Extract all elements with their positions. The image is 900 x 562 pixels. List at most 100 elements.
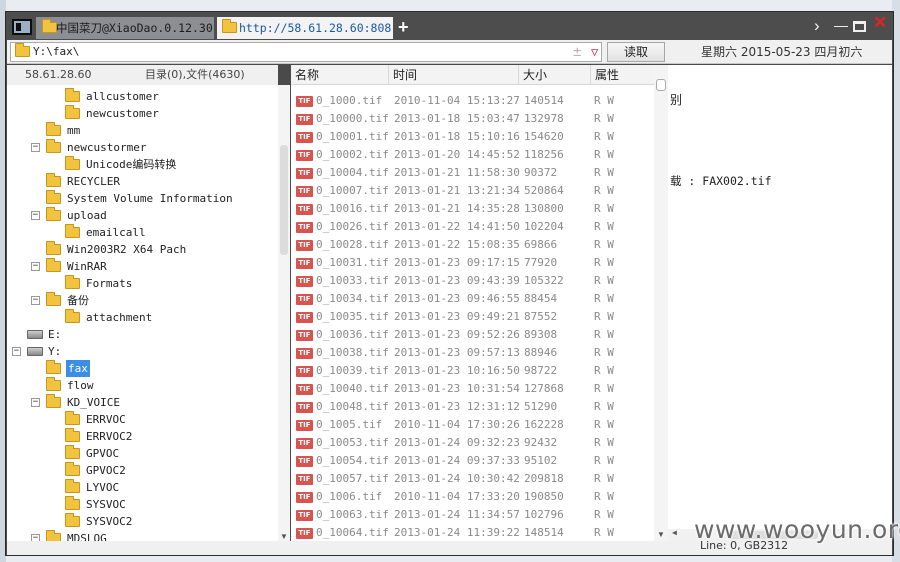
tif-file-icon: TIF	[296, 222, 313, 233]
file-row[interactable]: TIF 0_10040.tif 2013-01-23 10:31:54 127868 R…	[291, 380, 654, 398]
tree-item-label: attachment	[86, 311, 153, 324]
scrollbar-thumb[interactable]	[280, 145, 288, 255]
tif-file-icon: TIF	[296, 114, 313, 125]
file-attr: R W	[594, 508, 614, 521]
tree-item-label: RECYCLER	[67, 175, 120, 188]
folder-icon	[46, 139, 61, 153]
tif-file-icon: TIF	[296, 186, 313, 197]
file-row[interactable]: TIF 0_10038.tif 2013-01-23 09:57:13 88946 R …	[291, 344, 654, 362]
folder-icon	[65, 479, 80, 493]
file-name: 0_10053.tif	[316, 436, 389, 449]
file-time: 2013-01-22 14:41:50	[394, 220, 520, 233]
file-row[interactable]: TIF 0_10026.tif 2013-01-22 14:41:50 102204 R…	[291, 218, 654, 236]
folder-icon	[46, 360, 61, 374]
file-name: 0_1006.tif	[316, 490, 383, 503]
file-attr: R W	[594, 454, 614, 467]
collapse-toggle-icon[interactable]: −	[31, 398, 40, 407]
tif-file-icon: TIF	[296, 474, 313, 485]
path-input[interactable]: Y:\fax\ ± ▽	[10, 42, 602, 62]
file-row[interactable]: TIF 0_10001.tif 2013-01-18 15:10:16 154620 R…	[291, 128, 654, 146]
file-row[interactable]: TIF 0_10000.tif 2013-01-18 15:03:47 132978 R…	[291, 110, 654, 128]
file-row[interactable]: TIF 0_10034.tif 2013-01-23 09:46:55 88454 R …	[291, 290, 654, 308]
file-attr: R W	[594, 328, 614, 341]
file-time: 2013-01-21 11:58:30	[394, 166, 520, 179]
minimize-button[interactable]: —	[834, 17, 848, 33]
file-row[interactable]: TIF 0_1000.tif 2010-11-04 15:13:27 140514 R …	[291, 92, 654, 110]
scroll-left-icon[interactable]: ◀	[672, 528, 677, 537]
scrollbar-thumb[interactable]	[656, 79, 666, 91]
file-row[interactable]: TIF 0_10064.tif 2013-01-24 11:39:22 148514 R…	[291, 524, 654, 541]
server-ip: 58.61.28.60	[25, 68, 92, 81]
read-button[interactable]: 读取	[607, 42, 665, 62]
collapse-toggle-icon[interactable]: −	[31, 211, 40, 220]
file-row[interactable]: TIF 0_1006.tif 2010-11-04 17:33:20 190850 R …	[291, 488, 654, 506]
app-icon[interactable]	[12, 19, 32, 35]
tree-scrollbar[interactable]: ▼	[278, 85, 290, 541]
column-size[interactable]: 大小	[519, 65, 591, 85]
file-name: 0_10064.tif	[316, 526, 389, 539]
file-size: 88454	[524, 292, 558, 305]
file-row[interactable]: TIF 0_10035.tif 2013-01-23 09:49:21 87552 R …	[291, 308, 654, 326]
scroll-down-icon[interactable]: ▼	[657, 530, 665, 539]
file-name: 0_10048.tif	[316, 400, 389, 413]
file-size: 77920	[524, 256, 558, 269]
column-name[interactable]: 名称	[291, 65, 389, 85]
file-row[interactable]: TIF 0_10057.tif 2013-01-24 10:30:42 209818 R…	[291, 470, 654, 488]
tab-caidao[interactable]: 中国菜刀@XiaoDao.0.12.30	[36, 17, 214, 39]
file-attr: R W	[594, 526, 614, 539]
next-tab-icon[interactable]: ›	[814, 17, 820, 34]
file-time: 2013-01-23 09:43:39	[394, 274, 520, 287]
file-row[interactable]: TIF 0_10036.tif 2013-01-23 09:52:26 89308 R …	[291, 326, 654, 344]
detail-text-1: 别	[670, 93, 683, 107]
file-row[interactable]: TIF 0_10033.tif 2013-01-23 09:43:39 105322 R…	[291, 272, 654, 290]
tif-file-icon: TIF	[296, 402, 313, 413]
file-row[interactable]: TIF 0_10028.tif 2013-01-22 15:08:35 69866 R …	[291, 236, 654, 254]
file-name: 0_10028.tif	[316, 238, 389, 251]
dropdown-arrow-icon[interactable]: ▽	[591, 43, 598, 61]
folder-icon	[46, 530, 61, 541]
detail-text-2: 载 : FAX002.tif	[670, 174, 772, 188]
tif-file-icon: TIF	[296, 150, 313, 161]
new-tab-button[interactable]: +	[398, 16, 409, 38]
collapse-toggle-icon[interactable]: −	[31, 534, 40, 541]
scroll-down-icon[interactable]: ▼	[280, 532, 288, 541]
file-row[interactable]: TIF 0_10016.tif 2013-01-21 14:35:28 130800 R…	[291, 200, 654, 218]
file-time: 2013-01-21 14:35:28	[394, 202, 520, 215]
file-row[interactable]: TIF 0_10004.tif 2013-01-21 11:58:30 90372 R …	[291, 164, 654, 182]
file-row[interactable]: TIF 0_10007.tif 2013-01-21 13:21:34 520864 R…	[291, 182, 654, 200]
collapse-toggle-icon[interactable]: −	[31, 143, 40, 152]
file-time: 2013-01-23 09:46:55	[394, 292, 520, 305]
column-time[interactable]: 时间	[389, 65, 519, 85]
tif-file-icon: TIF	[296, 420, 313, 431]
file-row[interactable]: TIF 0_10063.tif 2013-01-24 11:34:57 102796 R…	[291, 506, 654, 524]
collapse-toggle-icon[interactable]: −	[31, 262, 40, 271]
plus-minus-icon[interactable]: ±	[573, 43, 581, 61]
file-attr: R W	[594, 436, 614, 449]
file-row[interactable]: TIF 0_10039.tif 2013-01-23 10:16:50 98722 R …	[291, 362, 654, 380]
file-row[interactable]: TIF 0_1005.tif 2010-11-04 17:30:26 162228 R …	[291, 416, 654, 434]
tif-file-icon: TIF	[296, 294, 313, 305]
collapse-toggle-icon[interactable]: −	[12, 347, 21, 356]
tif-file-icon: TIF	[296, 168, 313, 179]
file-list-scrollbar[interactable]: ▼	[654, 65, 668, 541]
tree-header: 58.61.28.60 目录(0),文件(4630)	[7, 65, 278, 85]
close-button[interactable]: ✕	[873, 14, 887, 31]
column-attr[interactable]: 属性	[591, 65, 654, 85]
file-row[interactable]: TIF 0_10053.tif 2013-01-24 09:32:23 92432 R …	[291, 434, 654, 452]
file-size: 98722	[524, 364, 558, 377]
file-row[interactable]: TIF 0_10054.tif 2013-01-24 09:37:33 95102 R …	[291, 452, 654, 470]
file-name: 0_10034.tif	[316, 292, 389, 305]
file-row[interactable]: TIF 0_10048.tif 2013-01-23 12:31:12 51290 R …	[291, 398, 654, 416]
tab-url[interactable]: http://58.61.28.60:808...	[217, 17, 393, 39]
file-time: 2013-01-24 09:37:33	[394, 454, 520, 467]
tif-file-icon: TIF	[296, 438, 313, 449]
file-row[interactable]: TIF 0_10002.tif 2013-01-20 14:45:52 118256 R…	[291, 146, 654, 164]
maximize-button[interactable]	[853, 21, 866, 32]
tree-item-label: allcustomer	[86, 90, 159, 103]
file-row[interactable]: TIF 0_10031.tif 2013-01-23 09:17:15 77920 R …	[291, 254, 654, 272]
tab-label: http://58.61.28.60:808...	[239, 21, 393, 35]
file-attr: R W	[594, 148, 614, 161]
tab-label: 中国菜刀@XiaoDao.0.12.30	[56, 21, 213, 35]
collapse-toggle-icon[interactable]: −	[31, 296, 40, 305]
tif-file-icon: TIF	[296, 204, 313, 215]
